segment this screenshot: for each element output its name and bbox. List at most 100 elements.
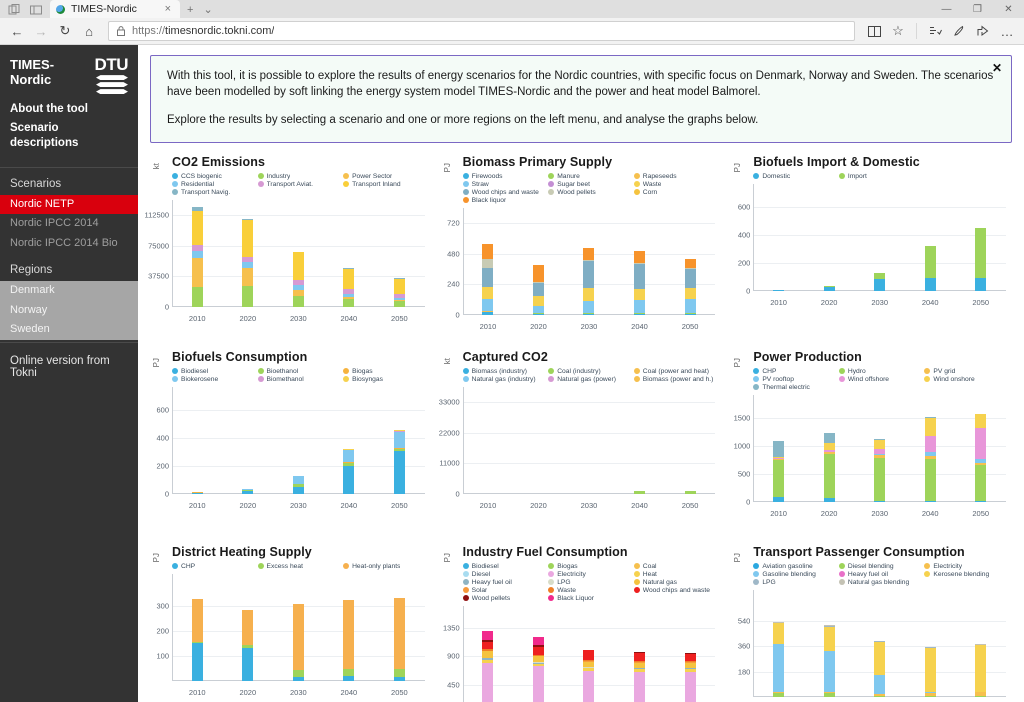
legend-item[interactable]: Thermal electric [753, 384, 835, 391]
bar-group[interactable] [513, 606, 564, 702]
stacked-bar[interactable] [482, 630, 494, 702]
bar-segment[interactable] [191, 493, 203, 494]
collections-icon[interactable] [924, 20, 946, 42]
bar-group[interactable] [905, 590, 956, 697]
new-tab-icon[interactable]: + [184, 4, 196, 16]
bar-segment[interactable] [924, 277, 936, 291]
bar-segment[interactable] [874, 500, 886, 502]
stacked-bar[interactable] [583, 649, 595, 702]
legend-item[interactable]: Coal (power and heat) [633, 368, 716, 375]
bar-segment[interactable] [482, 641, 494, 650]
bar-segment[interactable] [583, 650, 595, 660]
legend-item[interactable]: Coal (industry) [548, 368, 630, 375]
set-aside-tabs-icon[interactable] [30, 4, 42, 16]
bar-group[interactable] [172, 200, 223, 307]
bar-group[interactable] [564, 606, 615, 702]
legend-item[interactable]: Sugar beet [548, 181, 630, 188]
legend-item[interactable]: Transport Inland [343, 181, 425, 188]
legend-item[interactable]: Biomass (industry) [462, 368, 545, 375]
legend-item[interactable]: Excess heat [257, 563, 340, 570]
bar-segment[interactable] [292, 603, 304, 670]
legend-item[interactable]: Residential [172, 181, 254, 188]
favorite-star-icon[interactable]: ☆ [887, 20, 909, 42]
bar-group[interactable] [513, 387, 564, 494]
stacked-bar[interactable] [292, 603, 304, 681]
stacked-bar[interactable] [634, 651, 646, 702]
stacked-bar[interactable] [975, 228, 987, 291]
bar-segment[interactable] [823, 650, 835, 693]
bar-segment[interactable] [191, 211, 203, 246]
bar-segment[interactable] [191, 598, 203, 642]
bar-segment[interactable] [874, 440, 886, 449]
bar-segment[interactable] [823, 692, 835, 697]
bar-segment[interactable] [634, 251, 646, 264]
bar-segment[interactable] [532, 666, 544, 702]
bar-segment[interactable] [393, 669, 405, 677]
bar-group[interactable] [955, 395, 1006, 502]
legend-item[interactable]: Heat [633, 571, 716, 578]
bar-segment[interactable] [583, 261, 595, 289]
tab-list-chevron-down-icon[interactable]: ⌄ [200, 3, 215, 16]
bar-group[interactable] [324, 200, 375, 307]
bar-group[interactable] [753, 395, 804, 502]
stacked-bar[interactable] [532, 636, 544, 702]
bar-segment[interactable] [292, 676, 304, 681]
bar-segment[interactable] [393, 598, 405, 670]
legend-item[interactable]: Waste [548, 587, 630, 594]
legend-item[interactable]: Wood pellets [462, 595, 545, 602]
minimize-button[interactable]: — [931, 0, 962, 18]
bar-segment[interactable] [684, 490, 696, 494]
bar-segment[interactable] [292, 295, 304, 307]
stacked-bar[interactable] [773, 289, 785, 291]
legend-item[interactable]: Biogas [343, 368, 425, 375]
stacked-bar[interactable] [393, 430, 405, 494]
bar-segment[interactable] [684, 268, 696, 288]
bar-group[interactable] [955, 590, 1006, 697]
bar-segment[interactable] [823, 433, 835, 443]
legend-item[interactable]: Coal [633, 563, 716, 570]
bar-segment[interactable] [482, 312, 494, 315]
bar-segment[interactable] [773, 692, 785, 697]
bar-segment[interactable] [823, 498, 835, 502]
sidebar-item-norway[interactable]: Norway [0, 300, 138, 321]
bar-segment[interactable] [583, 300, 595, 313]
legend-item[interactable]: Heavy fuel oil [838, 571, 921, 578]
bar-segment[interactable] [343, 466, 355, 494]
bar-group[interactable] [273, 387, 324, 494]
bar-segment[interactable] [975, 464, 987, 501]
bar-segment[interactable] [482, 286, 494, 299]
sidebar-item-nordic-ipcc-2014[interactable]: Nordic IPCC 2014 [0, 214, 138, 234]
bar-segment[interactable] [482, 651, 494, 658]
browser-tab-active[interactable]: TIMES-Nordic × [50, 0, 180, 18]
bar-segment[interactable] [975, 645, 987, 692]
bar-group[interactable] [172, 387, 223, 494]
bar-group[interactable] [614, 208, 665, 315]
bar-segment[interactable] [191, 287, 203, 307]
bar-segment[interactable] [634, 671, 646, 702]
legend-item[interactable]: Heavy fuel oil [462, 579, 545, 586]
bar-segment[interactable] [482, 663, 494, 702]
bar-segment[interactable] [823, 626, 835, 651]
bar-segment[interactable] [292, 252, 304, 281]
bar-segment[interactable] [482, 298, 494, 311]
bar-segment[interactable] [532, 296, 544, 307]
bar-group[interactable] [854, 184, 905, 291]
legend-item[interactable]: Wood pellets [548, 189, 630, 196]
reading-view-icon[interactable] [863, 20, 885, 42]
legend-item[interactable]: Wood chips and waste [633, 587, 716, 594]
tab-close-icon[interactable]: × [162, 3, 174, 15]
stacked-bar[interactable] [823, 286, 835, 291]
banner-close-icon[interactable]: ✕ [992, 61, 1002, 75]
legend-item[interactable]: Black liquor [462, 197, 545, 204]
legend-item[interactable]: Biomass (power and h.) [633, 376, 716, 383]
stacked-bar[interactable] [191, 598, 203, 681]
bar-segment[interactable] [343, 269, 355, 290]
legend-item[interactable]: CHP [753, 368, 835, 375]
bar-segment[interactable] [583, 247, 595, 261]
bar-segment[interactable] [823, 442, 835, 450]
stacked-bar[interactable] [583, 247, 595, 315]
forward-icon[interactable]: → [30, 20, 52, 42]
bar-segment[interactable] [393, 431, 405, 448]
bar-segment[interactable] [532, 264, 544, 282]
legend-item[interactable]: Electricity [548, 571, 630, 578]
